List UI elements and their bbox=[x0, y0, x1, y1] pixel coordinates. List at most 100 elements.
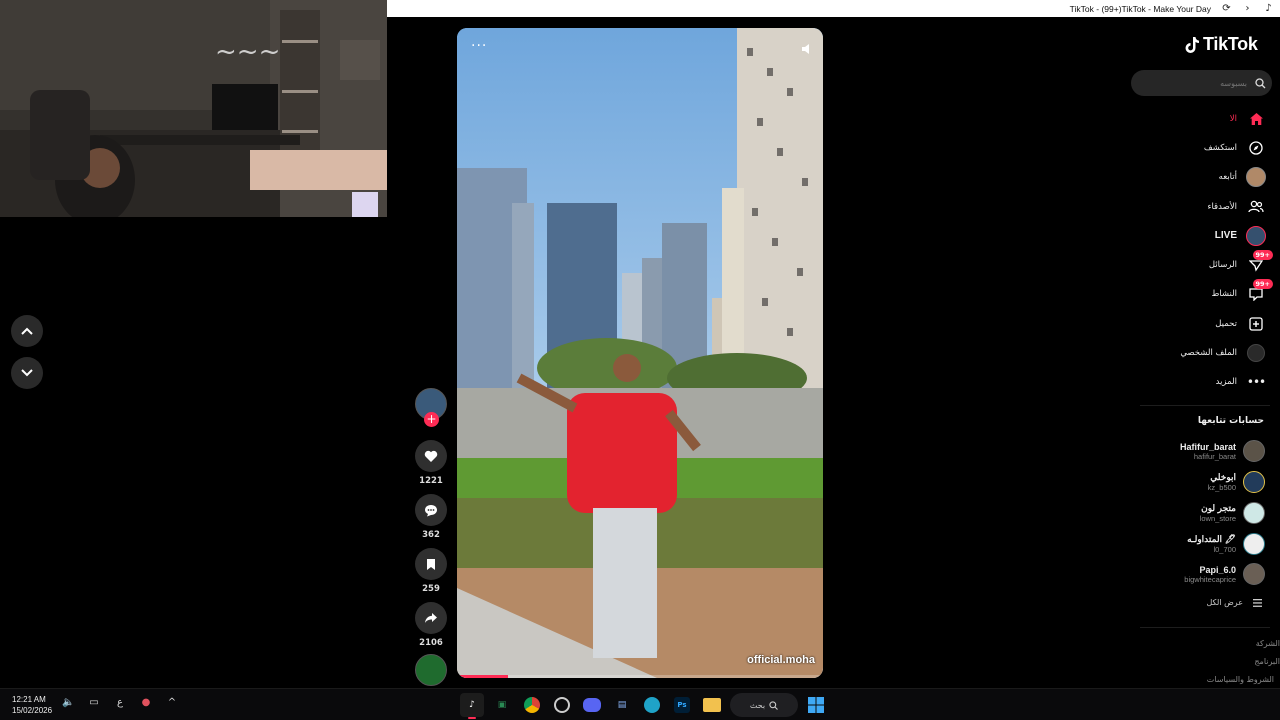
following-account[interactable]: متجر لون lown_store bbox=[1135, 502, 1265, 524]
previous-video-button[interactable] bbox=[11, 315, 43, 347]
sidebar-item-home[interactable]: الا bbox=[1140, 104, 1270, 133]
tiktok-logo[interactable]: TikTok bbox=[1184, 34, 1258, 55]
following-account[interactable]: ابوخلي kz_b500 bbox=[1135, 471, 1265, 493]
sidebar-item-label: الرسائل bbox=[1208, 260, 1237, 271]
creator-avatar[interactable]: + bbox=[415, 388, 447, 427]
sidebar-item-label: المزيد bbox=[1215, 377, 1237, 388]
clock-date: 15/02/2026 bbox=[12, 706, 53, 715]
reload-icon[interactable]: ⟳ bbox=[1221, 3, 1232, 14]
sidebar-item-label: الا bbox=[1229, 113, 1237, 124]
video-watermark: official.moha bbox=[747, 654, 815, 666]
sidebar-item-activity[interactable]: النشاط 99+ bbox=[1140, 279, 1273, 309]
save-button[interactable] bbox=[415, 548, 447, 580]
discord-task-icon[interactable] bbox=[580, 693, 604, 717]
like-count: 1221 bbox=[419, 476, 443, 486]
messages-icon: 99+ bbox=[1246, 250, 1273, 275]
friends-icon bbox=[1246, 197, 1266, 217]
microphone-tray-icon[interactable]: ● bbox=[140, 697, 152, 708]
account-avatar bbox=[1243, 563, 1265, 585]
taskbar: 12:21 AM 15/02/2026 🔈 ▭ ع ● ^ ♪ ▣ ▤ Ps ب… bbox=[0, 688, 1280, 720]
account-name: ابوخلي bbox=[1210, 472, 1236, 482]
messages-badge: 99+ bbox=[1252, 250, 1273, 261]
footer-link[interactable]: البرنامج bbox=[1254, 657, 1280, 666]
following-account[interactable]: Hafifur_barat hafifur_barat bbox=[1135, 440, 1265, 462]
sidebar-item-upload[interactable]: تحميل bbox=[1140, 309, 1270, 338]
sidebar-item-explore[interactable]: استكشف bbox=[1140, 133, 1270, 162]
account-handle: kz_b500 bbox=[1207, 483, 1236, 492]
task-view-icon[interactable]: ▤ bbox=[610, 693, 634, 717]
account-handle: bigwhitecaprice bbox=[1184, 574, 1236, 584]
see-all-label: عرض الكل bbox=[1206, 598, 1243, 607]
more-dots-icon: ••• bbox=[1246, 375, 1266, 390]
see-all-link[interactable]: عرض الكل bbox=[1206, 598, 1262, 607]
speaker-tray-icon[interactable]: 🔈 bbox=[62, 697, 74, 708]
home-icon bbox=[1246, 109, 1266, 129]
language-indicator[interactable]: ع bbox=[114, 697, 126, 708]
tiktok-task-icon[interactable]: ♪ bbox=[460, 693, 484, 719]
taskbar-search[interactable]: بحث bbox=[730, 693, 798, 717]
network-tray-icon[interactable]: ▭ bbox=[88, 697, 100, 708]
file-explorer-task-icon[interactable] bbox=[700, 693, 724, 717]
sidebar-item-label: أتابعه bbox=[1218, 172, 1237, 183]
compass-icon bbox=[1246, 138, 1266, 158]
share-count: 2106 bbox=[419, 638, 443, 648]
volume-icon[interactable] bbox=[801, 40, 813, 59]
video-player[interactable]: ··· official.moha bbox=[457, 28, 823, 678]
tray-overflow-icon[interactable]: ^ bbox=[166, 697, 178, 708]
sidebar-item-following[interactable]: أتابعه bbox=[1140, 163, 1270, 192]
like-button[interactable] bbox=[415, 440, 447, 472]
account-avatar bbox=[1243, 502, 1265, 524]
webcam-scene: ~~~ bbox=[0, 0, 387, 217]
search-input[interactable] bbox=[1147, 78, 1247, 88]
comment-icon bbox=[425, 504, 437, 516]
footer-link[interactable]: الشركة bbox=[1256, 639, 1280, 648]
sidebar-item-label: الملف الشخصي bbox=[1180, 348, 1237, 359]
following-account[interactable]: المتداولـه 🖊 l0_700 bbox=[1135, 533, 1265, 555]
windows-start-icon[interactable] bbox=[804, 693, 828, 717]
system-clock[interactable]: 12:21 AM 15/02/2026 bbox=[12, 694, 52, 716]
sidebar-item-friends[interactable]: الأصدقاء bbox=[1140, 192, 1270, 221]
account-name: Hafifur_barat bbox=[1179, 441, 1236, 452]
action-rail: + 1221 362 259 2106 bbox=[414, 388, 448, 686]
comment-count: 362 bbox=[422, 530, 440, 540]
system-tray: 🔈 ▭ ع ● ^ bbox=[62, 697, 178, 708]
window-titlebar: TikTok - (99+)TikTok - Make Your Day ⟳ ›… bbox=[387, 0, 1280, 17]
edge-task-icon[interactable] bbox=[640, 693, 664, 717]
forward-icon[interactable]: › bbox=[1242, 3, 1253, 14]
excel-task-icon[interactable]: ▣ bbox=[490, 693, 514, 717]
taskbar-search-label: بحث bbox=[749, 700, 766, 710]
account-handle: hafifur_barat bbox=[1193, 451, 1236, 461]
window-title: TikTok - (99+)TikTok - Make Your Day bbox=[1069, 3, 1211, 14]
activity-icon: 99+ bbox=[1246, 279, 1273, 304]
video-progress-bar[interactable] bbox=[457, 675, 823, 678]
sidebar-item-more[interactable]: المزيد ••• bbox=[1140, 368, 1270, 397]
next-video-button[interactable] bbox=[11, 357, 43, 389]
chevron-up-icon bbox=[21, 327, 33, 335]
sidebar-item-label: الأصدقاء bbox=[1207, 201, 1237, 212]
sidebar-item-profile[interactable]: الملف الشخصي bbox=[1140, 338, 1270, 367]
search-icon[interactable] bbox=[1255, 77, 1266, 89]
logo-text: TikTok bbox=[1203, 34, 1258, 54]
profile-avatar-icon bbox=[1246, 343, 1266, 363]
share-arrow-icon bbox=[425, 613, 437, 623]
bookmark-icon bbox=[427, 558, 435, 570]
follow-plus-icon[interactable]: + bbox=[424, 412, 439, 427]
footer-link[interactable]: الشروط والسياسات bbox=[1207, 675, 1274, 684]
chrome-task-icon[interactable] bbox=[520, 693, 544, 717]
photoshop-task-icon[interactable]: Ps bbox=[670, 693, 694, 717]
sidebar-divider bbox=[1140, 627, 1270, 628]
more-options-icon[interactable]: ··· bbox=[471, 38, 487, 54]
tiktok-logo-icon bbox=[1185, 36, 1199, 53]
sidebar-item-label: LIVE bbox=[1214, 230, 1237, 242]
taskbar-apps: ♪ ▣ ▤ Ps بحث bbox=[460, 693, 828, 719]
share-button[interactable] bbox=[415, 602, 447, 634]
search-box[interactable] bbox=[1131, 70, 1272, 96]
obs-task-icon[interactable] bbox=[550, 693, 574, 717]
sound-disc[interactable] bbox=[415, 654, 447, 686]
sidebar-item-live[interactable]: LIVE bbox=[1140, 221, 1270, 250]
sidebar-item-messages[interactable]: الرسائل 99+ bbox=[1140, 250, 1273, 279]
sidebar-item-label: تحميل bbox=[1215, 318, 1237, 329]
following-account[interactable]: Papi_6.0 bigwhitecaprice bbox=[1135, 563, 1265, 585]
live-icon bbox=[1246, 225, 1266, 246]
comment-button[interactable] bbox=[415, 494, 447, 526]
